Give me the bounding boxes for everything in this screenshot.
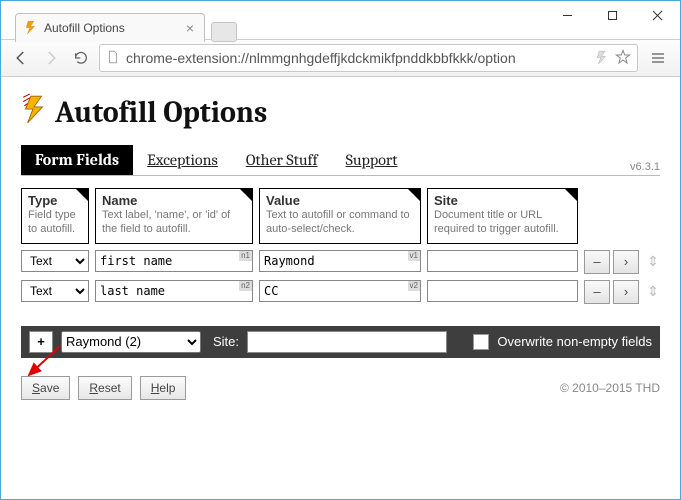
field-index-badge: v2	[408, 281, 420, 291]
autofill-ext-icon[interactable]	[595, 50, 609, 67]
window-controls	[545, 1, 680, 29]
overwrite-checkbox[interactable]	[473, 334, 489, 350]
row-more-button[interactable]: ›	[613, 280, 639, 304]
field-row: Text n2 v2 – › ⇕	[21, 280, 660, 304]
col-head-type: Type Field type to autofill.	[21, 188, 89, 244]
bolt-icon	[24, 20, 38, 37]
page-content: Autofill Options Form Fields Exceptions …	[1, 77, 680, 410]
field-index-badge: v1	[408, 251, 420, 261]
footer: Save Reset Help © 2010–2015 THD	[21, 376, 660, 400]
field-row: Text n1 v1 – › ⇕	[21, 250, 660, 274]
file-icon	[106, 50, 120, 67]
tab-support[interactable]: Support	[332, 145, 412, 175]
browser-tab[interactable]: Autofill Options ×	[15, 13, 205, 42]
reset-button[interactable]: Reset	[78, 376, 131, 400]
tab-other-stuff[interactable]: Other Stuff	[232, 145, 332, 175]
profile-bar: + Raymond (2) Site: Overwrite non-empty …	[21, 326, 660, 358]
row-more-button[interactable]: ›	[613, 250, 639, 274]
minimize-button[interactable]	[545, 1, 590, 29]
forward-button[interactable]	[39, 46, 63, 70]
tab-exceptions[interactable]: Exceptions	[133, 145, 232, 175]
type-select[interactable]: Text	[21, 280, 89, 302]
reload-button[interactable]	[69, 46, 93, 70]
url-field[interactable]: chrome-extension://nlmmgnhgdeffjkdckmikf…	[99, 44, 638, 72]
add-profile-button[interactable]: +	[29, 331, 53, 353]
bookmark-star-icon[interactable]	[615, 49, 631, 68]
type-select[interactable]: Text	[21, 250, 89, 272]
page-title: Autofill Options	[21, 93, 660, 131]
menu-button[interactable]	[644, 44, 672, 72]
browser-tab-strip: Autofill Options ×	[15, 13, 237, 42]
url-text: chrome-extension://nlmmgnhgdeffjkdckmikf…	[126, 50, 589, 66]
col-head-value: Value Text to autofill or command to aut…	[259, 188, 421, 244]
help-button[interactable]: Help	[140, 376, 187, 400]
remove-row-button[interactable]: –	[584, 280, 610, 304]
close-tab-icon[interactable]: ×	[186, 21, 194, 35]
overwrite-label: Overwrite non-empty fields	[497, 334, 652, 349]
site-input[interactable]	[427, 280, 578, 302]
page-title-text: Autofill Options	[55, 95, 267, 130]
value-input[interactable]	[259, 280, 421, 302]
grid-header: Type Field type to autofill. Name Text l…	[21, 188, 660, 244]
site-label: Site:	[213, 334, 239, 349]
bolt-icon	[21, 93, 47, 131]
close-window-button[interactable]	[635, 1, 680, 29]
version-label: v6.3.1	[630, 161, 660, 173]
help-corner-icon[interactable]	[76, 189, 88, 201]
remove-row-button[interactable]: –	[584, 250, 610, 274]
tab-form-fields[interactable]: Form Fields	[21, 145, 133, 175]
drag-handle-icon[interactable]: ⇕	[646, 280, 660, 304]
address-bar: chrome-extension://nlmmgnhgdeffjkdckmikf…	[1, 39, 680, 77]
col-head-name: Name Text label, 'name', or 'id' of the …	[95, 188, 253, 244]
copyright: © 2010–2015 THD	[560, 381, 660, 395]
name-input[interactable]	[95, 280, 253, 302]
drag-handle-icon[interactable]: ⇕	[646, 250, 660, 274]
titlebar: Autofill Options ×	[1, 1, 680, 39]
name-input[interactable]	[95, 250, 253, 272]
save-button[interactable]: Save	[21, 376, 70, 400]
browser-tab-title: Autofill Options	[44, 21, 125, 35]
site-input[interactable]	[427, 250, 578, 272]
new-tab-button[interactable]	[211, 22, 237, 42]
fields-grid: Type Field type to autofill. Name Text l…	[21, 188, 660, 304]
field-index-badge: n1	[239, 251, 252, 261]
maximize-button[interactable]	[590, 1, 635, 29]
col-head-site: Site Document title or URL required to t…	[427, 188, 578, 244]
section-tabs: Form Fields Exceptions Other Stuff Suppo…	[21, 145, 660, 176]
help-corner-icon[interactable]	[408, 189, 420, 201]
app-window: Autofill Options × chrome-extension://nl…	[0, 0, 681, 500]
help-corner-icon[interactable]	[565, 189, 577, 201]
help-corner-icon[interactable]	[240, 189, 252, 201]
field-index-badge: n2	[239, 281, 252, 291]
value-input[interactable]	[259, 250, 421, 272]
profile-select[interactable]: Raymond (2)	[61, 331, 201, 353]
back-button[interactable]	[9, 46, 33, 70]
site-filter-input[interactable]	[247, 331, 447, 353]
